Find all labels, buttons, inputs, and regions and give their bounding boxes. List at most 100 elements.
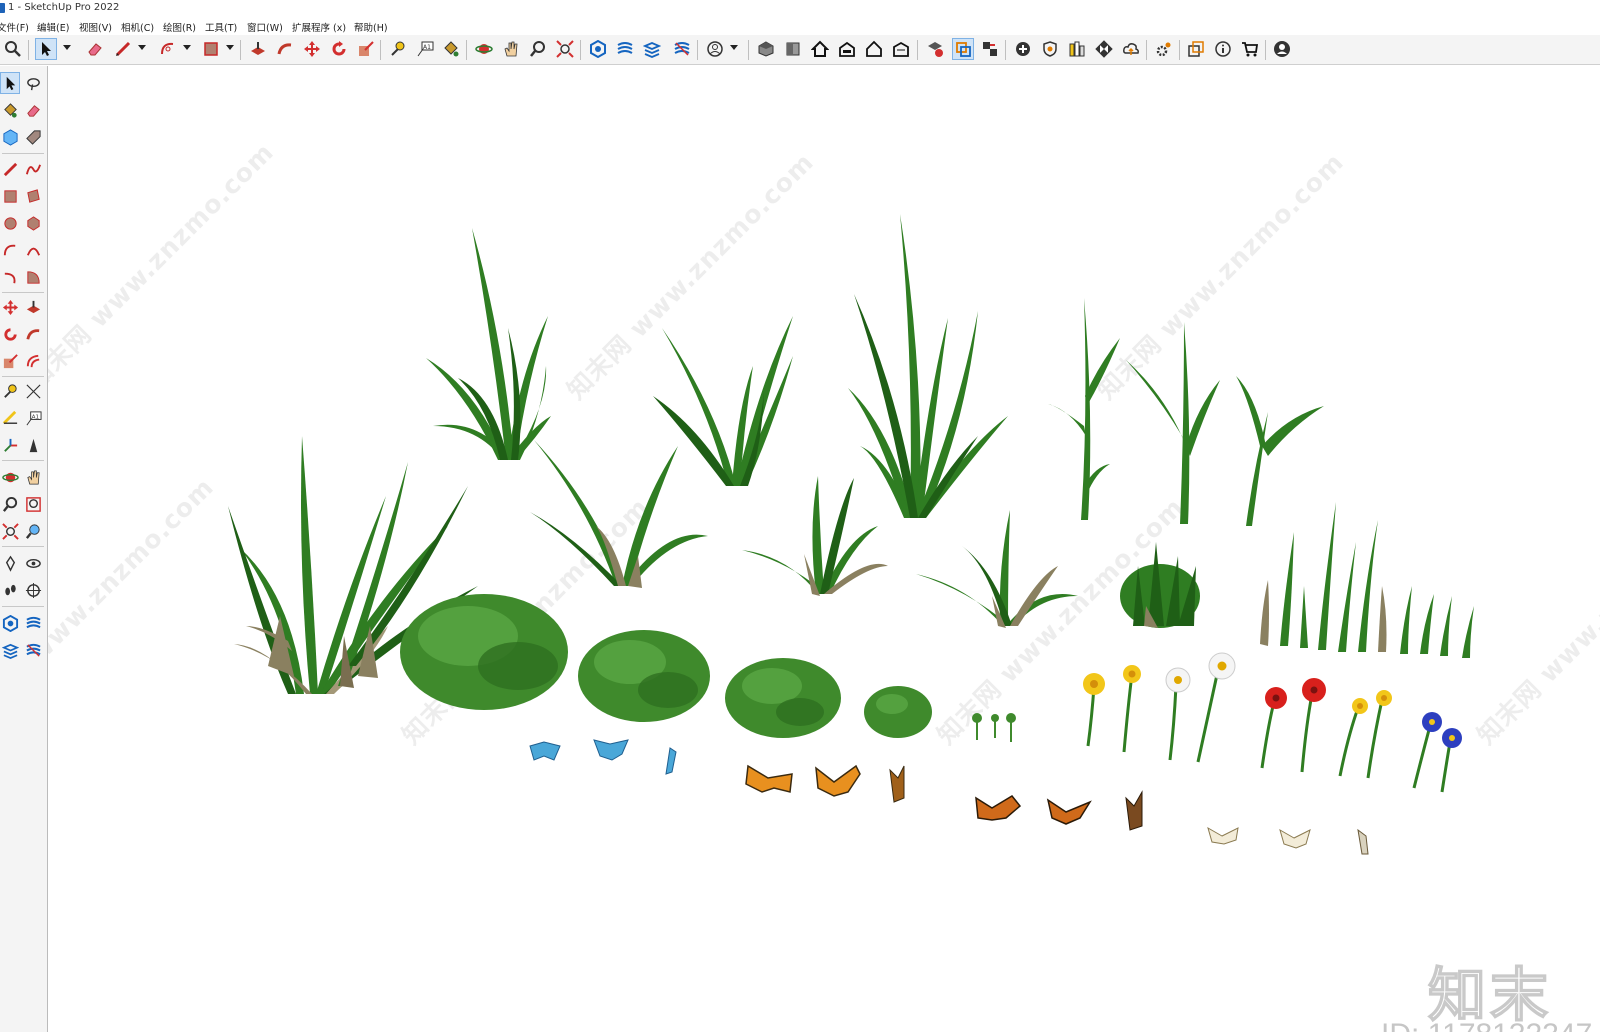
model-viewport[interactable]: 知末网 www.znzmo.com 知末网 www.znzmo.com 知末网 … bbox=[48, 66, 1600, 1032]
zoom-window-icon[interactable] bbox=[23, 493, 43, 515]
push-pull-icon[interactable] bbox=[247, 38, 269, 60]
push-pull-icon[interactable] bbox=[23, 296, 43, 318]
grass-clump[interactable] bbox=[426, 228, 551, 460]
menu-file[interactable]: 文件(F) bbox=[0, 20, 29, 34]
house-outline-icon[interactable] bbox=[863, 38, 885, 60]
axes-icon[interactable] bbox=[0, 434, 20, 456]
tortoiseshell-butterfly-side[interactable] bbox=[1125, 790, 1143, 831]
chevron-down-icon[interactable] bbox=[183, 45, 191, 50]
follow-me-icon[interactable] bbox=[23, 323, 43, 345]
arc-icon[interactable] bbox=[0, 239, 20, 261]
arc-icon[interactable] bbox=[157, 38, 179, 60]
grass-clump[interactable] bbox=[653, 316, 793, 486]
scale-icon[interactable] bbox=[0, 350, 20, 372]
orbit-icon[interactable] bbox=[0, 466, 20, 488]
section-plane-icon[interactable] bbox=[23, 579, 43, 601]
blue-butterfly-side[interactable] bbox=[665, 747, 677, 775]
white-daisy[interactable] bbox=[1165, 667, 1191, 761]
render-icon[interactable] bbox=[1066, 38, 1088, 60]
zoom-extents-icon[interactable] bbox=[0, 520, 20, 542]
sandbox-icon[interactable] bbox=[614, 38, 636, 60]
zoom-in-icon[interactable] bbox=[527, 38, 549, 60]
circle-icon[interactable] bbox=[0, 212, 20, 234]
menu-extensions[interactable]: 扩展程序 (x) bbox=[292, 20, 346, 34]
white-butterfly-side[interactable] bbox=[1357, 828, 1369, 855]
pan-icon[interactable] bbox=[23, 466, 43, 488]
three-point-arc-icon[interactable] bbox=[0, 266, 20, 288]
red-flower[interactable] bbox=[1300, 678, 1326, 773]
iso-view-icon[interactable] bbox=[755, 38, 777, 60]
grass-blade-row[interactable] bbox=[1260, 502, 1474, 658]
follow-me-icon[interactable] bbox=[274, 38, 296, 60]
sandbox-stamp-icon[interactable] bbox=[23, 639, 43, 661]
pan-icon[interactable] bbox=[500, 38, 522, 60]
cloud-icon[interactable] bbox=[1120, 38, 1142, 60]
blue-flower[interactable] bbox=[1440, 728, 1462, 793]
menu-help[interactable]: 帮助(H) bbox=[354, 20, 388, 34]
select-icon[interactable] bbox=[35, 38, 57, 60]
clover-patch[interactable] bbox=[400, 594, 568, 710]
menu-window[interactable]: 窗口(W) bbox=[247, 20, 283, 34]
clover-sprouts[interactable] bbox=[972, 713, 1016, 742]
checker-icon[interactable] bbox=[1093, 38, 1115, 60]
front-view-icon[interactable] bbox=[782, 38, 804, 60]
white-daisy[interactable] bbox=[1196, 652, 1236, 763]
two-point-arc-icon[interactable] bbox=[23, 239, 43, 261]
sandbox-stamp-icon[interactable] bbox=[671, 38, 693, 60]
eraser-icon[interactable] bbox=[23, 99, 43, 121]
rotate-icon[interactable] bbox=[0, 323, 20, 345]
rotate-icon[interactable] bbox=[328, 38, 350, 60]
chevron-down-icon[interactable] bbox=[226, 45, 234, 50]
window-icon[interactable] bbox=[1185, 38, 1207, 60]
paint-bucket-icon[interactable] bbox=[440, 38, 462, 60]
grass-blade[interactable] bbox=[1048, 298, 1120, 520]
grass-clump[interactable] bbox=[742, 476, 888, 596]
yellow-flower[interactable] bbox=[1122, 665, 1141, 753]
pencil-icon[interactable] bbox=[112, 38, 134, 60]
position-camera-icon[interactable] bbox=[0, 552, 20, 574]
orange-butterfly-side[interactable] bbox=[889, 765, 905, 803]
eraser-icon[interactable] bbox=[84, 38, 106, 60]
sandbox-icon[interactable] bbox=[23, 612, 43, 634]
menu-view[interactable]: 视图(V) bbox=[79, 20, 112, 34]
grass-clump[interactable] bbox=[848, 214, 1008, 518]
grass-clump[interactable] bbox=[916, 510, 1078, 628]
chevron-down-icon[interactable] bbox=[730, 45, 738, 50]
protractor-icon[interactable] bbox=[0, 407, 20, 429]
layers-icon[interactable] bbox=[641, 38, 663, 60]
account-icon[interactable] bbox=[1271, 38, 1293, 60]
orange-butterfly[interactable] bbox=[745, 764, 793, 793]
blue-butterfly[interactable] bbox=[593, 739, 629, 761]
clover-patch[interactable] bbox=[578, 630, 710, 722]
move-icon[interactable] bbox=[301, 38, 323, 60]
section-icon[interactable] bbox=[952, 38, 974, 60]
layers-icon[interactable] bbox=[0, 639, 20, 661]
zoom-extents-icon[interactable] bbox=[554, 38, 576, 60]
rectangle-icon[interactable] bbox=[200, 38, 222, 60]
home-icon[interactable] bbox=[809, 38, 831, 60]
blue-butterfly[interactable] bbox=[529, 741, 561, 761]
shield-icon[interactable] bbox=[1039, 38, 1061, 60]
orange-butterfly[interactable] bbox=[815, 764, 861, 797]
lasso-icon[interactable] bbox=[23, 72, 43, 94]
grass-clump[interactable] bbox=[1120, 542, 1200, 628]
polygon-icon[interactable] bbox=[23, 212, 43, 234]
clover-patch[interactable] bbox=[725, 658, 841, 738]
info-icon[interactable] bbox=[1212, 38, 1234, 60]
component-icon[interactable] bbox=[0, 126, 20, 148]
tortoiseshell-butterfly[interactable] bbox=[1046, 798, 1092, 825]
tape-measure-icon[interactable] bbox=[387, 38, 409, 60]
blue-flower[interactable] bbox=[1412, 712, 1442, 789]
zoom-icon[interactable] bbox=[2, 38, 24, 60]
rectangle-icon[interactable] bbox=[0, 185, 20, 207]
cart-icon[interactable] bbox=[1239, 38, 1261, 60]
grass-clump[interactable] bbox=[530, 440, 708, 588]
yellow-flower[interactable] bbox=[1083, 673, 1105, 747]
offset-icon[interactable] bbox=[23, 350, 43, 372]
zoom-icon[interactable] bbox=[0, 493, 20, 515]
settings-icon[interactable] bbox=[1153, 38, 1175, 60]
3d-text-icon[interactable] bbox=[23, 434, 43, 456]
garage-icon[interactable] bbox=[890, 38, 912, 60]
look-around-icon[interactable] bbox=[23, 552, 43, 574]
solid-check-icon[interactable] bbox=[924, 38, 946, 60]
